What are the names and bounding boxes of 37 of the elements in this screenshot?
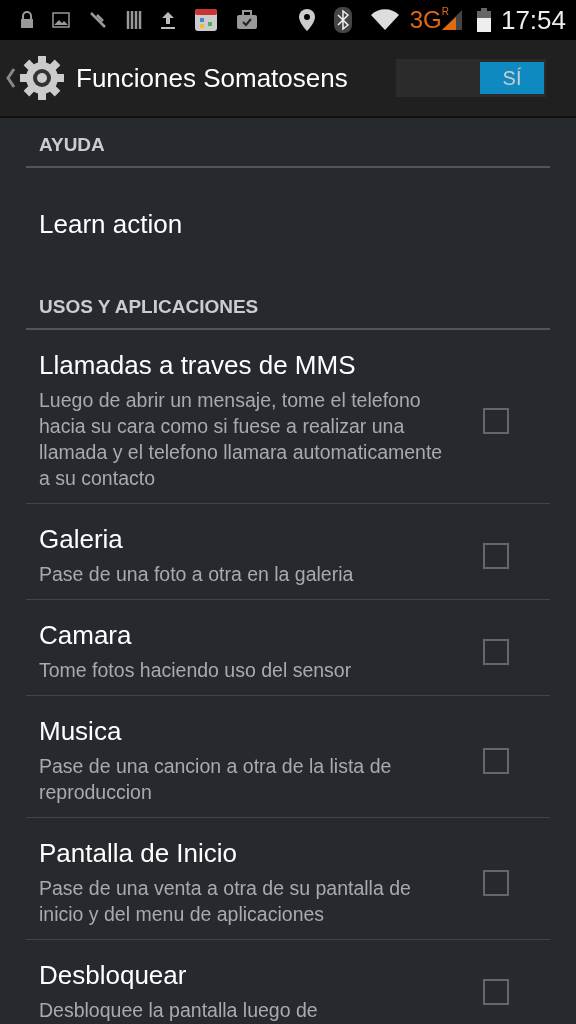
battery-icon — [476, 8, 491, 32]
bluetooth-icon — [333, 7, 352, 33]
lock-icon — [20, 11, 34, 29]
barcode-icon — [126, 10, 142, 30]
item-summary: Luego de abrir un mensaje, tome el telefono hacia su cara como si fuese a realizar una llamada y el telefono llamara automaticamente a su contacto — [39, 388, 444, 491]
item-title: Pantalla de Inicio — [39, 838, 239, 869]
item-title: Llamadas a traves de MMS — [39, 350, 357, 381]
image-icon — [52, 12, 70, 28]
section-header: USOS Y APLICACIONES — [26, 280, 550, 330]
item-title: Galeria — [39, 524, 124, 555]
clock: 17:54 — [500, 4, 566, 36]
item-summary: Pase de una foto a otra en la galeria — [39, 562, 355, 587]
item-title: Musica — [39, 716, 123, 747]
checkbox[interactable] — [483, 638, 509, 665]
item-summary: Desbloquee la pantalla luego de — [39, 998, 319, 1023]
item-summary: Pase de una venta a otra de su pantalla de inicio y del menu de aplicaciones — [39, 876, 412, 927]
checkbox[interactable] — [483, 978, 509, 1005]
screen-title: Funciones Somatosens — [76, 62, 349, 94]
item-summary: Pase de una cancion a otra de la lista de reproduccion — [39, 754, 393, 805]
item-title: Camara — [39, 620, 133, 651]
briefcase-icon — [236, 10, 258, 30]
settings-icon[interactable] — [18, 54, 66, 102]
upload-icon — [160, 10, 176, 30]
checkbox[interactable] — [483, 407, 509, 434]
item-summary: Tome fotos haciendo uso del sensor — [39, 658, 353, 683]
list-item[interactable]: Learn action — [26, 168, 550, 280]
checkbox[interactable] — [483, 747, 509, 774]
section-header: AYUDA — [26, 118, 550, 168]
roaming-indicator: R — [441, 6, 449, 17]
item-title: Desbloquear — [39, 960, 188, 991]
checkbox[interactable] — [483, 542, 509, 569]
network-type: 3G — [409, 6, 442, 34]
location-pin-icon — [297, 8, 316, 32]
back-caret-icon[interactable] — [6, 68, 16, 88]
wifi-icon — [369, 9, 400, 31]
calendar-icon — [194, 8, 218, 32]
checkbox[interactable] — [483, 869, 509, 896]
